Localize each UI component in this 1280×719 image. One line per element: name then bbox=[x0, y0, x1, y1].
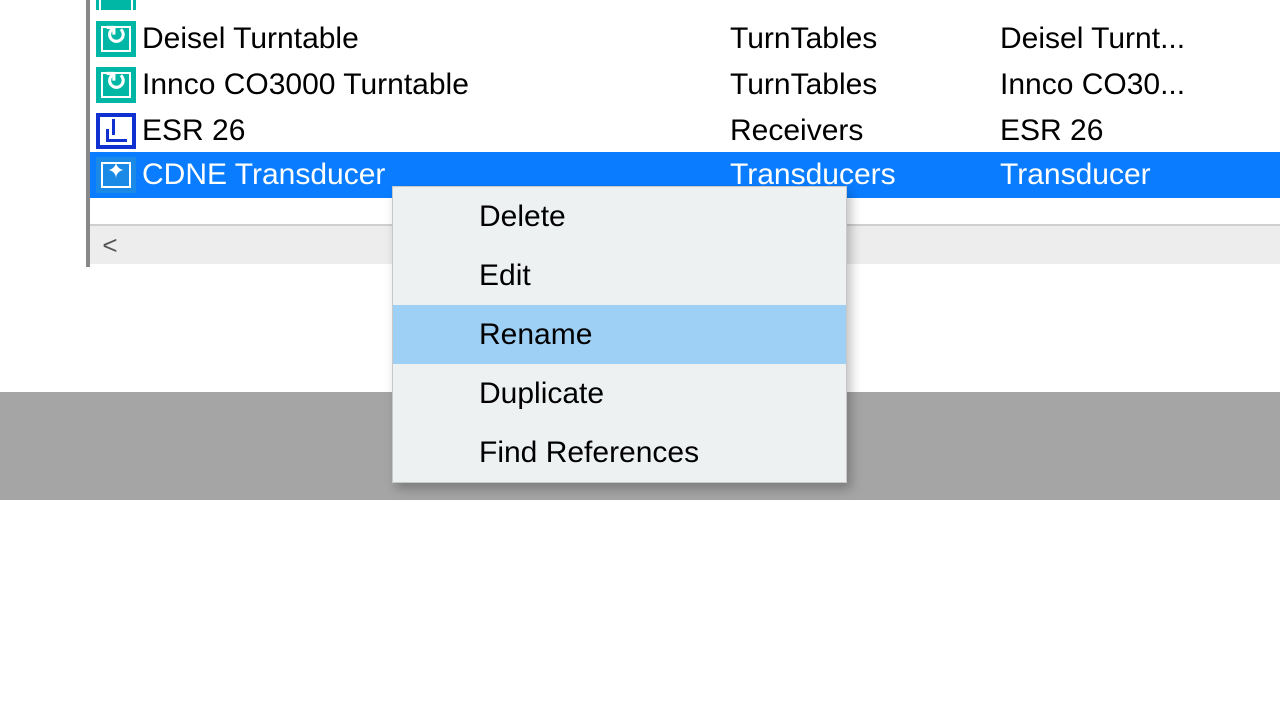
turntable-icon bbox=[96, 0, 136, 10]
cell-name: CDNE Transducer bbox=[142, 158, 385, 192]
menu-item-duplicate[interactable]: Duplicate bbox=[393, 364, 846, 423]
cell-name: ESR 26 bbox=[142, 114, 245, 148]
table-row[interactable]: ESR 26 Receivers ESR 26 bbox=[90, 108, 1280, 154]
menu-item-rename[interactable]: Rename bbox=[393, 305, 846, 364]
turntable-icon bbox=[96, 67, 136, 103]
cell-category: Receivers bbox=[730, 114, 863, 148]
menu-item-label: Delete bbox=[479, 200, 566, 234]
cell-name: Innco CO3000 Turntable bbox=[142, 68, 469, 102]
menu-item-label: Rename bbox=[479, 318, 592, 352]
cell-category: TurnTables bbox=[730, 22, 877, 56]
table-row[interactable]: Innco CO3000 Turntable TurnTables Innco … bbox=[90, 62, 1280, 108]
table-row[interactable] bbox=[90, 0, 1280, 10]
menu-item-label: Duplicate bbox=[479, 377, 604, 411]
turntable-icon bbox=[96, 21, 136, 57]
receiver-icon bbox=[96, 113, 136, 149]
scroll-left-button[interactable]: < bbox=[90, 225, 130, 265]
cell-name: Deisel Turntable bbox=[142, 22, 359, 56]
context-menu: Delete Edit Rename Duplicate Find Refere… bbox=[392, 186, 847, 483]
cell-desc: Innco CO30... bbox=[1000, 68, 1185, 102]
app-root: Deisel Turntable TurnTables Deisel Turnt… bbox=[0, 0, 1280, 719]
cell-desc: Transducer bbox=[1000, 158, 1151, 192]
menu-item-label: Find References bbox=[479, 436, 699, 470]
cell-desc: ESR 26 bbox=[1000, 114, 1103, 148]
menu-item-label: Edit bbox=[479, 259, 531, 293]
chevron-left-icon: < bbox=[102, 230, 117, 261]
menu-item-delete[interactable]: Delete bbox=[393, 187, 846, 246]
menu-item-edit[interactable]: Edit bbox=[393, 246, 846, 305]
cell-category: TurnTables bbox=[730, 68, 877, 102]
cell-desc: Deisel Turnt... bbox=[1000, 22, 1185, 56]
transducer-icon bbox=[96, 157, 136, 193]
table-row[interactable]: Deisel Turntable TurnTables Deisel Turnt… bbox=[90, 16, 1280, 62]
menu-item-find-references[interactable]: Find References bbox=[393, 423, 846, 482]
